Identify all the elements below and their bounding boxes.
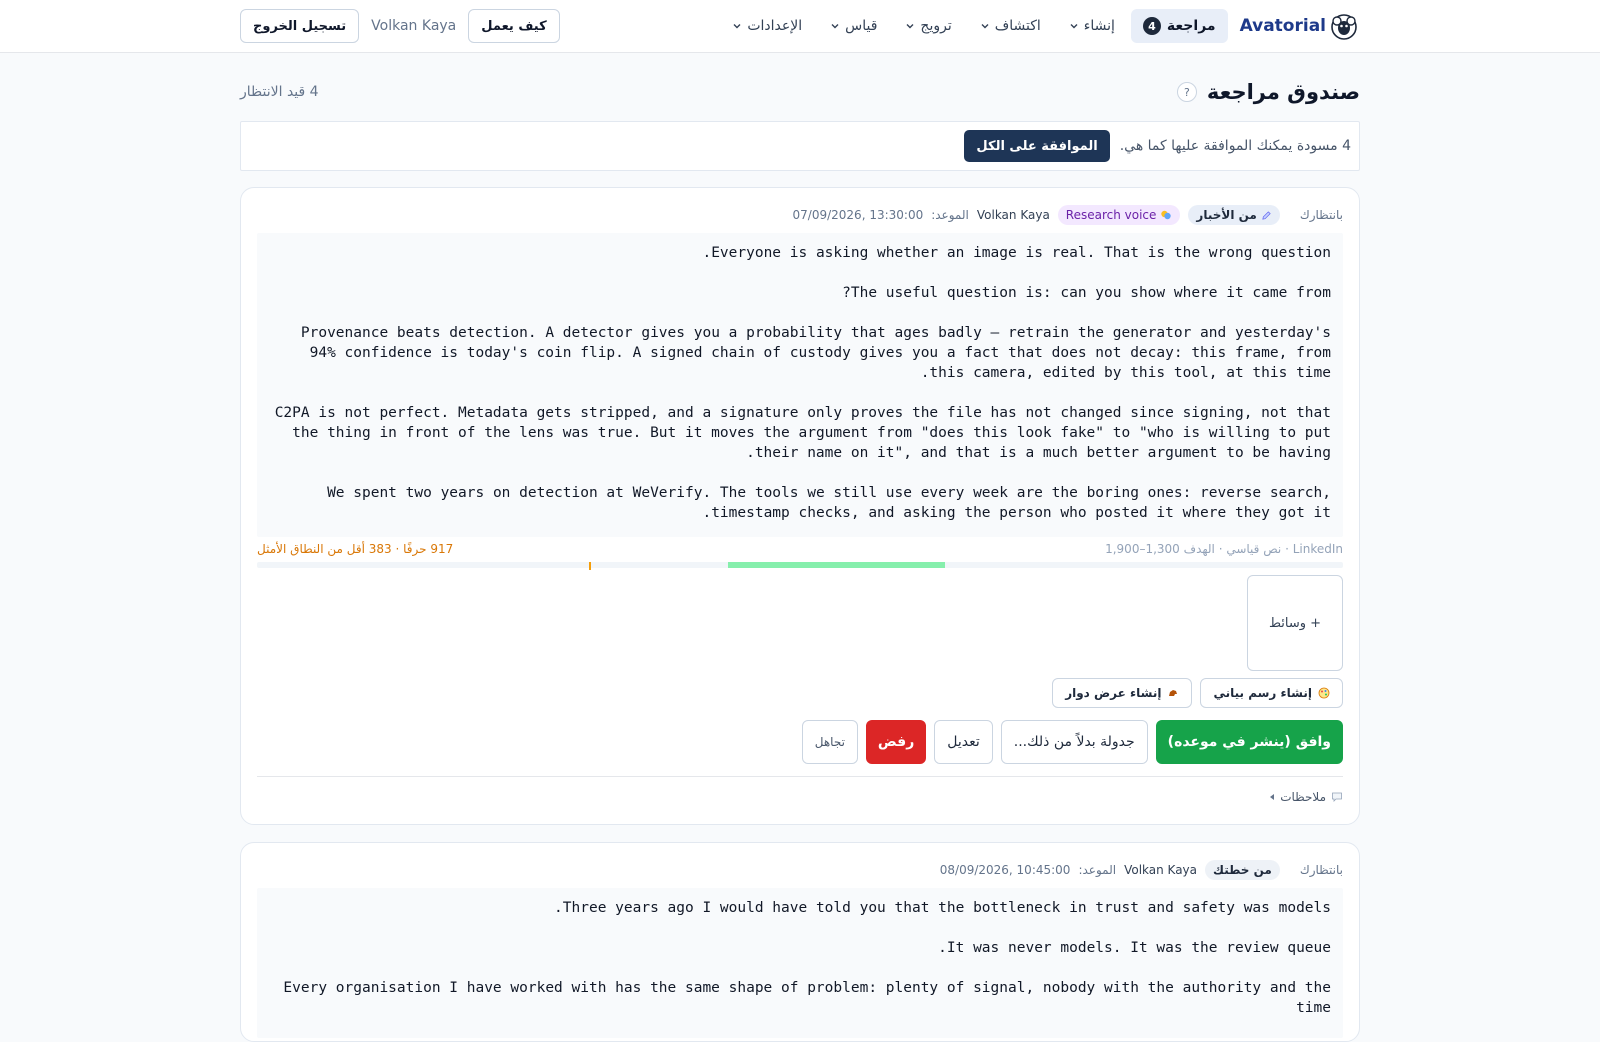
author-name: Volkan Kaya: [976, 208, 1050, 222]
approve-all-button[interactable]: الموافقة على الكل: [964, 130, 1110, 162]
pencil-icon: [1262, 210, 1271, 220]
action-row: وافق (ينشر في موعده) جدولة بدلاً من ذلك.…: [801, 720, 1343, 764]
page-header: صندوق مراجعة ? 4 قيد الانتظار: [240, 76, 1360, 108]
nav-menu-label: قياس: [845, 18, 878, 34]
length-range-bar: [257, 562, 1343, 570]
optimal-range-segment: [727, 562, 945, 568]
palette-icon: [1318, 687, 1330, 699]
platform-target-info: LinkedIn · نص قياسي · الهدف 1,300–1,900: [1105, 542, 1343, 556]
character-count-row: LinkedIn · نص قياسي · الهدف 1,300–1,900 …: [257, 540, 1343, 558]
notes-toggle[interactable]: ملاحظات: [1269, 790, 1343, 804]
card-divider: [257, 776, 1343, 777]
nav-right: Avatorial مراجعة 4 إنشاء اكتشاف ترويج قي…: [720, 9, 1360, 43]
post-paragraph: Everyone is asking whether an image is r…: [702, 245, 1331, 261]
generate-carousel-button[interactable]: إنشاء عرض دوار: [1052, 678, 1193, 708]
chevron-down-icon: [1070, 24, 1078, 29]
card-meta: بانتظارك من الأخبار Research voice Volka…: [257, 204, 1343, 226]
how-it-works-button[interactable]: كيف يعمل: [468, 9, 560, 43]
post-paragraph: It was never models. It was the review q…: [938, 940, 1331, 956]
ignore-button[interactable]: تجاهل: [801, 720, 858, 764]
title-wrap: صندوق مراجعة ?: [1176, 80, 1360, 104]
author-name: Volkan Kaya: [1124, 863, 1198, 877]
post-paragraph: Provenance beats detection. A detector g…: [300, 325, 1331, 381]
nav-menu-create[interactable]: إنشاء: [1057, 11, 1127, 41]
top-nav: Avatorial مراجعة 4 إنشاء اكتشاف ترويج قي…: [0, 0, 1600, 53]
logo-text: Avatorial: [1239, 16, 1326, 36]
character-count-warning: 917 حرفًا · 383 أقل من النطاق الأمثل: [257, 542, 454, 556]
nav-menu-label: الإعدادات: [747, 18, 803, 34]
source-badge-label: من الأخبار: [1196, 208, 1257, 222]
speech-bubble-icon: [1332, 792, 1342, 802]
reject-button[interactable]: رفض: [865, 720, 927, 764]
current-length-marker: [588, 562, 591, 570]
generate-carousel-label: إنشاء عرض دوار: [1065, 686, 1162, 700]
card-meta: بانتظارك من خطتك Volkan Kaya الموعد: 08/…: [257, 859, 1343, 881]
pending-count: 4 قيد الانتظار: [240, 84, 319, 100]
post-paragraph: Three years ago I would have told you th…: [554, 900, 1331, 916]
notes-label: ملاحظات: [1280, 790, 1326, 804]
bulk-text: 4 مسودة يمكنك الموافقة عليها كما هي.: [1119, 138, 1351, 154]
voice-badge-label: Research voice: [1065, 208, 1157, 222]
draft-card: بانتظارك من الأخبار Research voice Volka…: [240, 187, 1360, 825]
logout-button[interactable]: تسجيل الخروج: [240, 9, 360, 43]
status-label: بانتظارك: [1299, 208, 1343, 222]
voice-badge: Research voice: [1057, 205, 1181, 225]
chevron-down-icon: [981, 24, 989, 29]
approve-button[interactable]: وافق (ينشر في موعده): [1155, 720, 1343, 764]
post-paragraph: We spent two years on detection at WeVer…: [327, 485, 1331, 521]
source-badge: من خطتك: [1205, 860, 1280, 880]
due-label: الموعد:: [931, 208, 969, 222]
nav-review-label: مراجعة: [1166, 18, 1216, 34]
generate-chart-button[interactable]: إنشاء رسم بياني: [1200, 678, 1343, 708]
post-paragraph: Every organisation I have worked with ha…: [283, 980, 1331, 1016]
post-paragraph: The useful question is: can you show whe…: [842, 285, 1331, 301]
nav-menu-settings[interactable]: الإعدادات: [720, 11, 814, 41]
due-label: الموعد:: [1078, 863, 1117, 877]
nav-inner: Avatorial مراجعة 4 إنشاء اكتشاف ترويج قي…: [240, 0, 1360, 52]
due-value: 07/09/2026, 13:30:00: [792, 208, 924, 222]
sheep-logo-icon: [1331, 14, 1357, 40]
nav-review[interactable]: مراجعة 4: [1130, 9, 1228, 43]
reschedule-button[interactable]: جدولة بدلاً من ذلك...: [1000, 720, 1148, 764]
post-body[interactable]: Everyone is asking whether an image is r…: [257, 233, 1343, 537]
nav-menu-label: ترويج: [920, 18, 952, 34]
nav-menu-label: اكتشاف: [994, 18, 1041, 34]
add-media-button[interactable]: + وسائط: [1247, 575, 1343, 671]
draft-card: بانتظارك من خطتك Volkan Kaya الموعد: 08/…: [240, 842, 1360, 1042]
nav-menu-label: إنشاء: [1083, 18, 1115, 34]
bulk-approve-bar: 4 مسودة يمكنك الموافقة عليها كما هي. الم…: [240, 121, 1360, 171]
nav-left: كيف يعمل Volkan Kaya تسجيل الخروج: [240, 9, 560, 43]
nav-menu-discover[interactable]: اكتشاف: [968, 11, 1053, 41]
review-count-badge: 4: [1142, 17, 1161, 35]
due-value: 08/09/2026, 10:45:00: [939, 863, 1071, 877]
carousel-horse-icon: [1169, 690, 1178, 696]
status-label: بانتظارك: [1299, 863, 1343, 877]
chevron-down-icon: [831, 24, 839, 29]
theater-masks-icon: [1161, 210, 1172, 220]
nav-menu-promote[interactable]: ترويج: [893, 11, 963, 41]
nav-menu-measure[interactable]: قياس: [818, 11, 889, 41]
source-badge: من الأخبار: [1188, 205, 1280, 225]
chevron-down-icon: [906, 24, 914, 29]
caret-left-icon: [1270, 794, 1275, 800]
generate-row: إنشاء رسم بياني إنشاء عرض دوار: [1052, 678, 1343, 708]
generate-chart-label: إنشاء رسم بياني: [1213, 686, 1312, 700]
page-title: صندوق مراجعة: [1206, 80, 1360, 104]
post-body[interactable]: Three years ago I would have told you th…: [257, 888, 1343, 1038]
user-name: Volkan Kaya: [371, 18, 457, 34]
chevron-down-icon: [733, 24, 741, 29]
logo[interactable]: Avatorial: [1240, 10, 1360, 42]
help-icon[interactable]: ?: [1176, 82, 1197, 102]
post-paragraph: C2PA is not perfect. Metadata gets strip…: [274, 405, 1331, 461]
edit-button[interactable]: تعديل: [934, 720, 993, 764]
